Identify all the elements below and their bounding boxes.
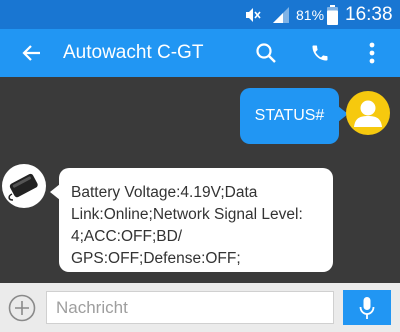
overflow-menu-button[interactable] (352, 29, 392, 77)
conversation-title: Autowacht C-GT (63, 42, 204, 63)
outgoing-message[interactable]: STATUS# (240, 88, 348, 144)
incoming-message-line: Link:Online;Network Signal Level: (71, 206, 303, 223)
incoming-message[interactable]: Battery Voltage:4.19V;Data Link:Online;N… (50, 168, 333, 272)
signal-icon (273, 7, 289, 23)
incoming-message-line: Battery Voltage:4.19V;Data (71, 184, 258, 201)
add-circle-icon[interactable] (8, 294, 36, 322)
mute-icon (246, 8, 261, 22)
incoming-message-line: 4;ACC:OFF;BD/ (71, 228, 183, 245)
person-icon (354, 100, 382, 127)
mic-icon (359, 296, 375, 319)
back-arrow-icon (22, 45, 40, 61)
incoming-message-line: GPS:OFF;Defense:OFF; (71, 250, 241, 267)
clock: 16:38 (345, 4, 393, 25)
phone-icon (312, 45, 328, 61)
battery-icon (327, 5, 338, 25)
app-bar: Autowacht C-GT (0, 29, 400, 77)
battery-percent: 81% (296, 7, 325, 23)
message-input-placeholder: Nachricht (56, 298, 128, 317)
outgoing-message-text: STATUS# (254, 107, 325, 124)
voice-input-button[interactable] (343, 290, 391, 325)
device-avatar[interactable] (2, 164, 46, 208)
gps-tracker-icon (8, 173, 38, 201)
message-input[interactable]: Nachricht (46, 291, 334, 324)
composer: Nachricht (0, 283, 400, 332)
search-button[interactable] (246, 29, 286, 77)
more-vert-icon (369, 42, 375, 64)
message-list[interactable]: STATUS# Battery Voltage:4.19V;Data Link:… (0, 77, 400, 283)
call-button[interactable] (300, 29, 340, 77)
search-icon (256, 43, 276, 63)
user-avatar[interactable] (346, 91, 390, 135)
back-button[interactable] (12, 29, 52, 77)
status-bar: 81% 16:38 (0, 0, 400, 29)
